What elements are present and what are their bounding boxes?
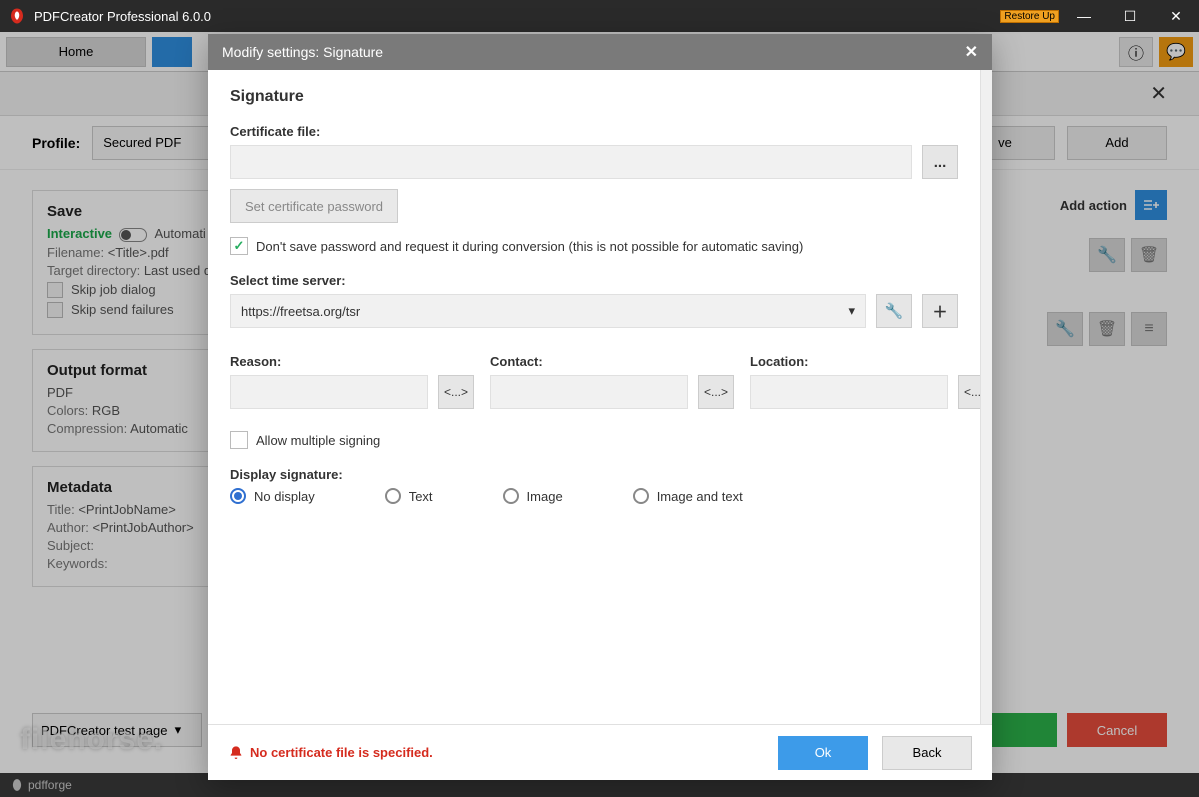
modal-body: Signature Certificate file: ... Set cert… [208,70,980,724]
time-server-select[interactable]: https://freetsa.org/tsr ▾ [230,294,866,328]
restore-tag: Restore Up [1000,10,1059,23]
dont-save-pwd-label: Don't save password and request it durin… [256,239,803,254]
window-title: PDFCreator Professional 6.0.0 [34,9,1000,24]
modal-title-bar: Modify settings: Signature ✕ [208,34,992,70]
wrench-icon: 🔧 [885,302,904,320]
radio-dot-icon [503,488,519,504]
chevron-down-icon: ▾ [848,303,855,319]
set-cert-password-button[interactable]: Set certificate password [230,189,398,223]
reason-label: Reason: [230,354,474,369]
alert-bell-icon [228,745,244,761]
time-server-label: Select time server: [230,273,958,288]
maximize-button[interactable]: ☐ [1107,0,1153,32]
display-signature-radios: No display Text Image Image and text [230,488,958,504]
dont-save-pwd-checkbox[interactable]: ✓ [230,237,248,255]
radio-dot-icon [633,488,649,504]
radio-image-text[interactable]: Image and text [633,488,743,504]
allow-multi-label: Allow multiple signing [256,433,380,448]
title-bar: PDFCreator Professional 6.0.0 Restore Up… [0,0,1199,32]
ok-button[interactable]: Ok [778,736,868,770]
location-input[interactable] [750,375,948,409]
modal-title: Modify settings: Signature [222,44,383,60]
radio-no-display[interactable]: No display [230,488,315,504]
time-server-add-button[interactable]: ＋ [922,294,958,328]
radio-dot-icon [230,488,246,504]
reason-input[interactable] [230,375,428,409]
plus-icon: ＋ [932,301,947,322]
cert-file-input[interactable] [230,145,912,179]
time-server-settings-button[interactable]: 🔧 [876,294,912,328]
location-label: Location: [750,354,980,369]
radio-image[interactable]: Image [503,488,563,504]
modal-heading: Signature [230,88,958,106]
location-token-button[interactable]: <...> [958,375,980,409]
contact-label: Contact: [490,354,734,369]
contact-input[interactable] [490,375,688,409]
modal-footer: No certificate file is specified. Ok Bac… [208,724,992,780]
radio-dot-icon [385,488,401,504]
radio-text[interactable]: Text [385,488,433,504]
close-button[interactable]: ✕ [1153,0,1199,32]
signature-settings-modal: Modify settings: Signature ✕ Signature C… [208,34,992,780]
reason-token-button[interactable]: <...> [438,375,474,409]
allow-multi-checkbox[interactable]: ✓ [230,431,248,449]
contact-token-button[interactable]: <...> [698,375,734,409]
browse-button[interactable]: ... [922,145,958,179]
error-message: No certificate file is specified. [228,745,764,761]
back-button[interactable]: Back [882,736,972,770]
minimize-button[interactable]: — [1061,0,1107,32]
cert-file-label: Certificate file: [230,124,958,139]
modal-scrollbar[interactable] [980,70,992,724]
display-signature-label: Display signature: [230,467,958,482]
app-logo-icon [8,7,26,25]
modal-close-button[interactable]: ✕ [965,42,978,62]
